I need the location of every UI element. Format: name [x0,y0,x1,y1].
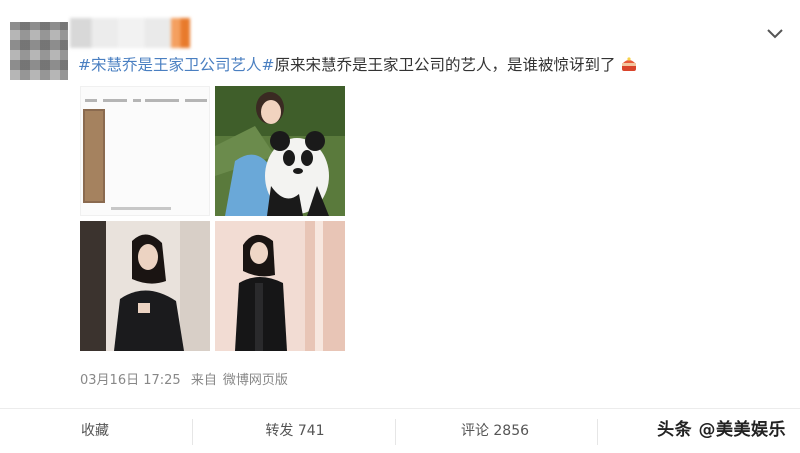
post-image-4[interactable] [215,221,345,351]
post-image-2[interactable] [215,86,345,216]
weibo-post-card: #宋慧乔是王家卫公司艺人#原来宋慧乔是王家卫公司的艺人，是谁被惊讶到了 03月1… [0,0,800,452]
post-meta: 03月16日 17:25 来自 微博网页版 [80,369,294,388]
watermark: 头条 @美美娱乐 [657,420,786,440]
post-image-1[interactable] [80,86,210,216]
divider [597,419,598,445]
username-blurred[interactable] [70,18,190,48]
divider [192,419,193,445]
cake-emoji-icon [621,57,636,71]
post-source-prefix: 来自 [190,373,217,388]
post-time[interactable]: 03月16日 17:25 [80,373,181,388]
chevron-down-icon[interactable] [764,22,786,44]
repost-button[interactable]: 转发 741 [195,409,395,453]
post-image-3[interactable] [80,221,210,351]
favorite-button[interactable]: 收藏 [0,409,190,453]
post-source[interactable]: 微博网页版 [223,373,288,388]
topic-link[interactable]: #宋慧乔是王家卫公司艺人# [78,56,274,74]
post-body: 原来宋慧乔是王家卫公司的艺人，是谁被惊讶到了 [274,56,616,74]
comment-button[interactable]: 评论 2856 [395,409,595,453]
post-text: #宋慧乔是王家卫公司艺人#原来宋慧乔是王家卫公司的艺人，是谁被惊讶到了 [78,54,638,76]
avatar[interactable] [10,22,68,80]
